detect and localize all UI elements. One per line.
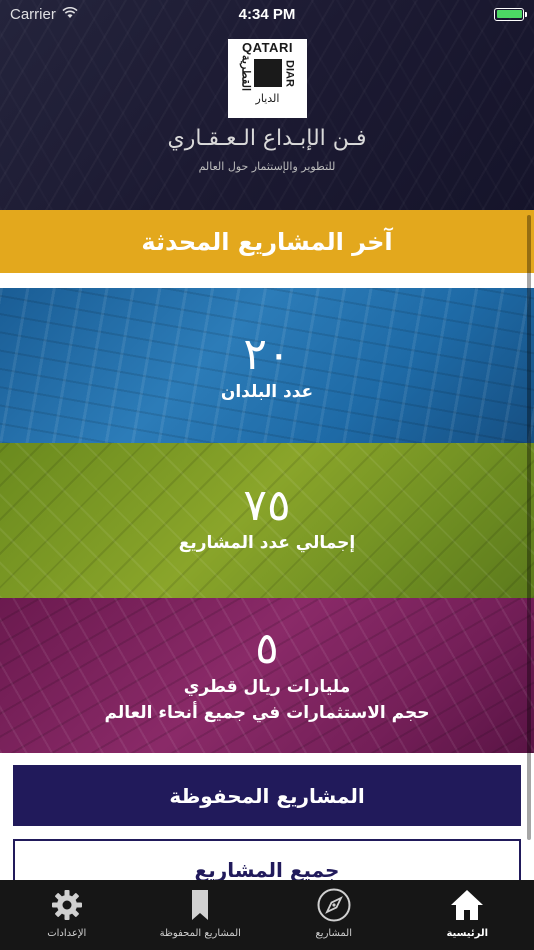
logo-arabic-bottom: الديار bbox=[255, 92, 280, 106]
tagline-sub: للتطوير والإستثمار حول العالم bbox=[198, 160, 336, 173]
logo-top-word: QATARI bbox=[242, 40, 293, 55]
tab-settings-label: الإعدادات bbox=[47, 928, 87, 939]
tab-saved-projects[interactable]: المشاريع المحفوظة bbox=[134, 880, 268, 950]
gear-icon bbox=[48, 886, 86, 924]
countries-count: ٢٠ bbox=[243, 329, 291, 380]
countries-stat-panel: ٢٠ عدد البلدان bbox=[0, 288, 534, 443]
tab-bar: الإعدادات المشاريع المحفوظة المشاريع الر… bbox=[0, 880, 534, 950]
tab-projects-label: المشاريع bbox=[315, 928, 352, 939]
tab-home[interactable]: الرئيسية bbox=[401, 880, 534, 950]
investment-stat-panel: ٥ مليارات ريال قطري حجم الاستثمارات في ج… bbox=[0, 598, 534, 753]
carrier-label: Carrier bbox=[10, 5, 56, 23]
tagline-main: فـن الإبـداع الـعـقـاري bbox=[167, 126, 367, 151]
projects-stat-panel: ٧٥ إجمالي عدد المشاريع bbox=[0, 443, 534, 598]
projects-count: ٧٥ bbox=[243, 480, 291, 531]
logo-arabic-side: القطرية bbox=[239, 55, 252, 92]
investment-value: ٥ bbox=[255, 623, 279, 674]
saved-projects-button[interactable]: المشاريع المحفوظة bbox=[13, 765, 521, 826]
investment-unit-label: مليارات ريال قطري bbox=[183, 677, 351, 697]
tab-projects[interactable]: المشاريع bbox=[267, 880, 401, 950]
divider bbox=[0, 273, 534, 288]
logo-square bbox=[253, 59, 282, 88]
tab-settings[interactable]: الإعدادات bbox=[0, 880, 134, 950]
battery-icon bbox=[494, 7, 527, 21]
status-bar: Carrier 4:34 PM bbox=[0, 0, 534, 28]
tab-saved-projects-label: المشاريع المحفوظة bbox=[159, 928, 241, 939]
logo-side-word: DIAR bbox=[283, 59, 296, 87]
tab-home-label: الرئيسية bbox=[446, 928, 489, 939]
compass-icon bbox=[315, 886, 353, 924]
clock: 4:34 PM bbox=[238, 5, 296, 23]
investment-description-label: حجم الاستثمارات في جميع أنحاء العالم bbox=[104, 703, 430, 723]
wifi-icon bbox=[62, 6, 78, 23]
bookmark-icon bbox=[181, 886, 219, 924]
header: QATARI القطرية DIAR الديار فـن الإبـداع … bbox=[0, 0, 534, 210]
countries-label: عدد البلدان bbox=[220, 382, 314, 402]
qatari-diar-logo: QATARI القطرية DIAR الديار bbox=[228, 39, 307, 118]
projects-label: إجمالي عدد المشاريع bbox=[178, 533, 356, 553]
latest-projects-button[interactable]: آخر المشاريع المحدثة bbox=[0, 210, 534, 273]
home-icon bbox=[448, 886, 486, 924]
